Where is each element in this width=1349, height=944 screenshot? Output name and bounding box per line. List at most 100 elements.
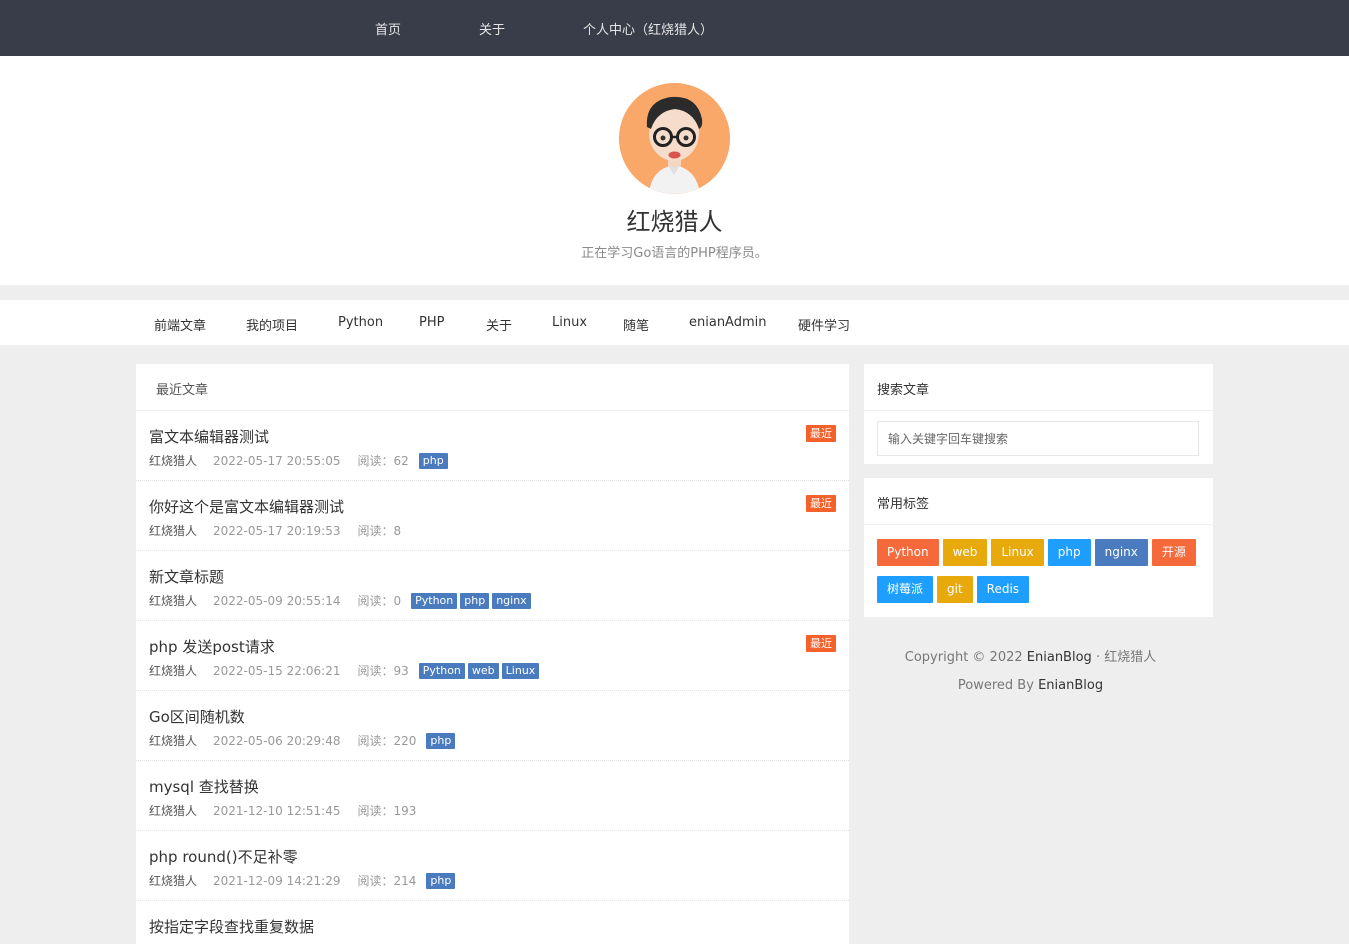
post-read-label: 阅读： [357, 594, 394, 608]
post-read-count: 阅读：193 [357, 802, 416, 819]
post-item: 富文本编辑器测试 红烧猎人 2022-05-17 20:55:05 阅读：62 php 最… [136, 411, 849, 481]
recent-badge: 最近 [806, 635, 836, 652]
post-author: 红烧猎人 [149, 524, 198, 538]
post-read-count: 阅读：8 [357, 522, 401, 539]
nav-user-center-link[interactable]: 个人中心（红烧猎人） [583, 19, 713, 38]
post-title-link[interactable]: 按指定字段查找重复数据 [149, 916, 314, 937]
recent-badge: 最近 [806, 495, 836, 512]
post-meta: 红烧猎人 2022-05-06 20:29:48 阅读：220 php [149, 732, 458, 749]
post-item: Go区间随机数红烧猎人 2022-05-06 20:29:48 阅读：220 php [136, 691, 849, 761]
search-input[interactable] [877, 421, 1199, 456]
post-read-label: 阅读： [357, 454, 394, 468]
nav-about-link[interactable]: 关于 [479, 19, 505, 38]
post-read-count: 阅读：214 [357, 872, 416, 889]
post-title-link[interactable]: php round()不足补零 [149, 846, 298, 867]
nav-home-link[interactable]: 首页 [375, 19, 401, 38]
post-read-label: 阅读： [357, 804, 394, 818]
post-item: 按指定字段查找重复数据 [136, 901, 849, 944]
post-title-link[interactable]: php 发送post请求 [149, 636, 275, 657]
footer-owner: 红烧猎人 [1104, 650, 1157, 665]
post-author: 红烧猎人 [149, 804, 198, 818]
post-list: 富文本编辑器测试 红烧猎人 2022-05-17 20:55:05 阅读：62 php 最… [136, 411, 849, 944]
post-date: 2022-05-17 20:19:53 [213, 523, 341, 538]
post-title-link[interactable]: 你好这个是富文本编辑器测试 [149, 496, 344, 517]
footer-separator: · [1095, 650, 1101, 665]
post-meta: 红烧猎人 2021-12-09 14:21:29 阅读：214 php [149, 872, 458, 889]
post-meta: 红烧猎人 2022-05-15 22:06:21 阅读：93 Python web Lin… [149, 662, 542, 679]
search-heading: 搜索文章 [864, 364, 1213, 411]
post-meta: 红烧猎人 2022-05-17 20:55:05 阅读：62 php [149, 452, 451, 469]
tag-button[interactable]: Linux [991, 539, 1044, 566]
post-tag[interactable]: nginx [492, 592, 531, 609]
category-python[interactable]: Python [338, 315, 383, 330]
post-title-link[interactable]: Go区间随机数 [149, 706, 245, 727]
post-item: 新文章标题红烧猎人 2022-05-09 20:55:14 阅读：0 Python ph… [136, 551, 849, 621]
post-read-value: 8 [393, 524, 402, 538]
post-date: 2021-12-09 14:21:29 [213, 873, 341, 888]
post-read-label: 阅读： [357, 664, 394, 678]
post-read-label: 阅读： [357, 524, 394, 538]
post-read-count: 阅读：93 [357, 662, 408, 679]
post-tag[interactable]: Linux [501, 662, 540, 679]
footer-copyright: Copyright © 2022 [904, 650, 1023, 665]
footer-copyright-line: Copyright © 2022 EnianBlog · 红烧猎人 [864, 644, 1197, 672]
tag-button[interactable]: php [1047, 539, 1091, 566]
tag-button[interactable]: Python [877, 539, 939, 566]
post-author: 红烧猎人 [149, 874, 198, 888]
post-tag[interactable]: php [460, 592, 490, 609]
post-item: php round()不足补零红烧猎人 2021-12-09 14:21:29 阅读… [136, 831, 849, 901]
post-author: 红烧猎人 [149, 594, 198, 608]
category-about[interactable]: 关于 [486, 315, 512, 334]
tag-button[interactable]: web [942, 539, 988, 566]
tag-button[interactable]: nginx [1094, 539, 1148, 566]
tag-button[interactable]: 开源 [1151, 539, 1196, 566]
post-meta: 红烧猎人 2022-05-09 20:55:14 阅读：0 Python php ngin… [149, 592, 534, 609]
tag-button[interactable]: git [937, 576, 973, 603]
post-title-link[interactable]: mysql 查找替换 [149, 776, 259, 797]
post-read-value: 0 [393, 594, 402, 608]
category-notes[interactable]: 随笔 [623, 315, 649, 334]
tag-button[interactable]: Redis [976, 576, 1030, 603]
post-date: 2022-05-17 20:55:05 [213, 453, 341, 468]
footer-site-link[interactable]: EnianBlog [1027, 650, 1092, 665]
top-nav-bar: 首页 关于 个人中心（红烧猎人） [0, 0, 1349, 56]
post-read-value: 214 [393, 874, 417, 888]
post-tag[interactable]: php [426, 872, 456, 889]
post-meta: 红烧猎人 2021-12-10 12:51:45 阅读：193 [149, 802, 426, 819]
post-read-value: 220 [393, 734, 417, 748]
avatar [619, 83, 730, 194]
post-read-count: 阅读：0 [357, 592, 401, 609]
post-date: 2021-12-10 12:51:45 [213, 803, 341, 818]
post-date: 2022-05-06 20:29:48 [213, 733, 341, 748]
category-php[interactable]: PHP [419, 315, 444, 330]
post-read-label: 阅读： [357, 734, 394, 748]
post-read-count: 阅读：220 [357, 732, 416, 749]
footer-powered-line: Powered By EnianBlog [864, 672, 1197, 700]
footer: Copyright © 2022 EnianBlog · 红烧猎人 Powere… [864, 644, 1197, 700]
post-title-link[interactable]: 富文本编辑器测试 [149, 426, 269, 447]
post-meta: 红烧猎人 2022-05-17 20:19:53 阅读：8 [149, 522, 411, 539]
category-linux[interactable]: Linux [552, 315, 587, 330]
post-item: 你好这个是富文本编辑器测试红烧猎人 2022-05-17 20:19:53 阅读：8… [136, 481, 849, 551]
post-read-value: 93 [393, 664, 409, 678]
footer-powered-link[interactable]: EnianBlog [1038, 678, 1103, 693]
post-item: mysql 查找替换红烧猎人 2021-12-10 12:51:45 阅读：193 [136, 761, 849, 831]
post-tag[interactable]: Python [418, 662, 465, 679]
post-tag[interactable]: php [418, 452, 448, 469]
post-tag[interactable]: Python [411, 592, 458, 609]
recent-posts-panel: 最近文章 富文本编辑器测试 红烧猎人 2022-05-17 20:55:05 阅读：6… [136, 364, 849, 944]
category-enianadmin[interactable]: enianAdmin [689, 315, 767, 330]
category-hardware[interactable]: 硬件学习 [798, 315, 850, 334]
profile-description: 正在学习Go语言的PHP程序员。 [581, 246, 768, 261]
post-date: 2022-05-09 20:55:14 [213, 593, 341, 608]
post-author: 红烧猎人 [149, 734, 198, 748]
category-projects[interactable]: 我的项目 [246, 315, 298, 334]
post-tag[interactable]: php [426, 732, 456, 749]
tags-heading: 常用标签 [864, 478, 1213, 525]
tag-button[interactable]: 树莓派 [877, 576, 934, 603]
post-author: 红烧猎人 [149, 454, 198, 468]
recent-badge: 最近 [806, 425, 836, 442]
post-tag[interactable]: web [467, 662, 499, 679]
post-title-link[interactable]: 新文章标题 [149, 566, 224, 587]
category-frontend[interactable]: 前端文章 [154, 315, 206, 334]
